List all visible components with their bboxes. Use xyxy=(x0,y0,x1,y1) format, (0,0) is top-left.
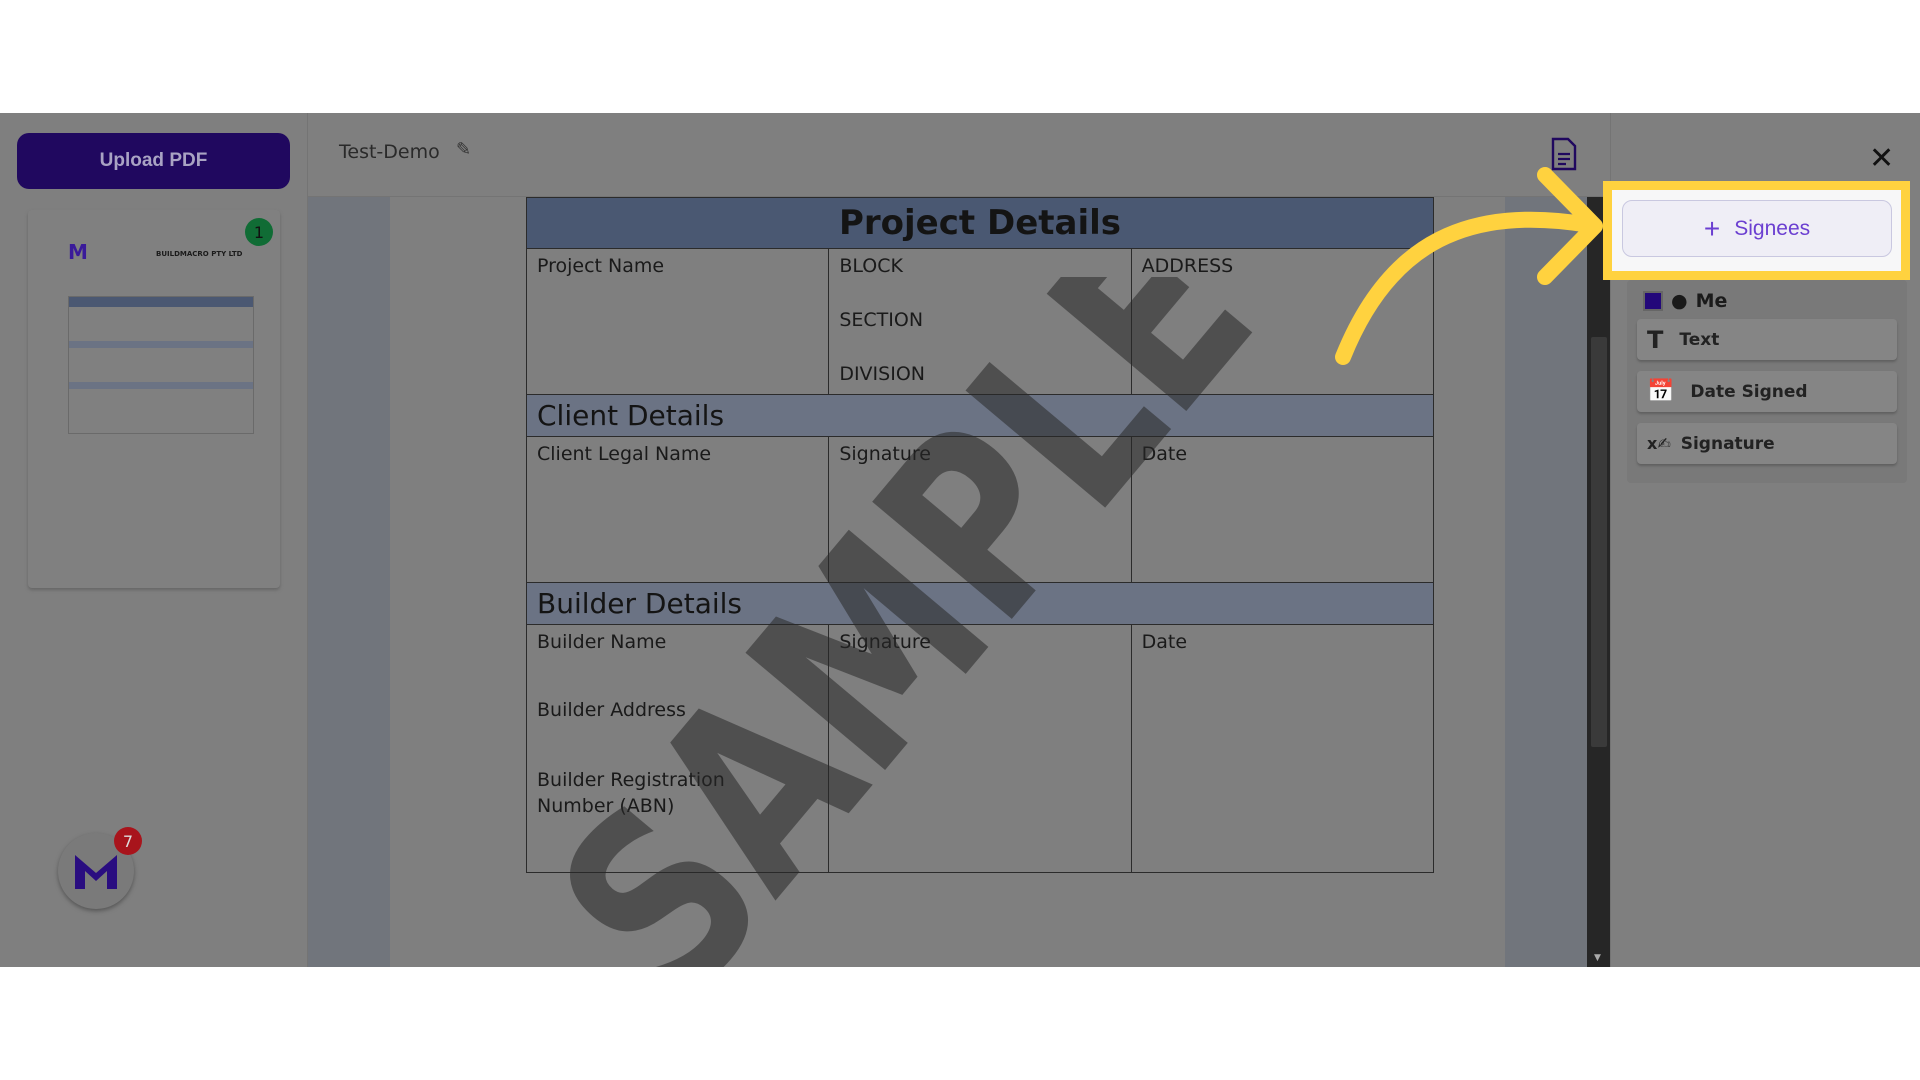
notification-badge: 7 xyxy=(114,827,142,855)
close-icon[interactable]: ✕ xyxy=(1869,141,1894,176)
signature-tool[interactable]: x✍ Signature xyxy=(1637,423,1897,464)
cell-label: Builder Address xyxy=(537,699,686,721)
cell-label: Signature xyxy=(828,625,1130,872)
dot-icon: ● xyxy=(1671,290,1688,312)
cell-label: Date xyxy=(1130,437,1433,582)
page-thumbnail[interactable]: 1 M BUILDMACRO PTY LTD xyxy=(28,210,280,588)
document-icon[interactable] xyxy=(1550,137,1578,171)
signature-icon: x✍ xyxy=(1647,434,1671,453)
project-details-heading: Project Details xyxy=(527,198,1433,248)
upload-pdf-button[interactable]: Upload PDF xyxy=(17,133,290,189)
signee-color-swatch xyxy=(1643,291,1663,311)
cell-label: Builder Registration Number (ABN) xyxy=(537,769,725,817)
document-title: Test-Demo xyxy=(339,141,440,163)
cell-label: Client Legal Name xyxy=(537,443,712,465)
tool-label: Signature xyxy=(1680,433,1775,454)
tool-label: Text xyxy=(1679,329,1720,350)
thumbnail-table xyxy=(68,296,254,434)
field-tools: ● Me T Text 📅 Date Signed x✍ Signature xyxy=(1627,280,1907,483)
cell-label: DIVISION xyxy=(839,363,925,385)
document-viewer: Project Details Project Name BLOCK SECTIO… xyxy=(308,197,1587,967)
cell-label: Project Name xyxy=(537,255,665,277)
thumbnail-company: BUILDMACRO PTY LTD xyxy=(156,250,243,258)
edit-title-icon[interactable]: ✎ xyxy=(456,139,471,160)
cell-label: SECTION xyxy=(839,309,924,331)
cell-label: Date xyxy=(1130,625,1433,872)
scrollbar-thumb[interactable] xyxy=(1591,337,1607,747)
thumbnail-logo: M xyxy=(68,240,88,264)
scrollbar[interactable]: ▼ xyxy=(1587,197,1610,967)
cell-label: BLOCK xyxy=(839,255,903,277)
sidebar: Upload PDF 1 M BUILDMACRO PTY LTD 7 xyxy=(0,113,308,967)
tool-label: Date Signed xyxy=(1690,381,1808,402)
app-launcher-button[interactable]: 7 xyxy=(58,827,142,909)
form-table: Project Details Project Name BLOCK SECTIO… xyxy=(526,197,1434,873)
signee-name: Me xyxy=(1695,290,1728,312)
signees-label: Signees xyxy=(1734,216,1811,240)
highlight-box: + Signees xyxy=(1603,181,1910,280)
cell-label: ADDRESS xyxy=(1141,255,1234,277)
page-number-badge: 1 xyxy=(245,218,273,246)
add-signees-button[interactable]: + Signees xyxy=(1622,200,1892,257)
cell-label: Builder Name xyxy=(537,631,667,653)
brand-logo-icon xyxy=(75,855,117,889)
calendar-icon: 📅 xyxy=(1647,379,1675,404)
cell-label: Signature xyxy=(828,437,1130,582)
plus-icon: + xyxy=(1703,212,1721,244)
text-icon: T xyxy=(1647,325,1664,354)
document-header: Test-Demo ✎ xyxy=(308,113,1610,197)
client-details-heading: Client Details xyxy=(527,394,1433,436)
text-field-tool[interactable]: T Text xyxy=(1637,319,1897,360)
date-signed-tool[interactable]: 📅 Date Signed xyxy=(1637,371,1897,412)
pdf-page: Project Details Project Name BLOCK SECTIO… xyxy=(390,197,1505,967)
scroll-down-icon[interactable]: ▼ xyxy=(1594,953,1601,963)
builder-details-heading: Builder Details xyxy=(527,582,1433,624)
signee-me[interactable]: ● Me xyxy=(1643,290,1727,312)
